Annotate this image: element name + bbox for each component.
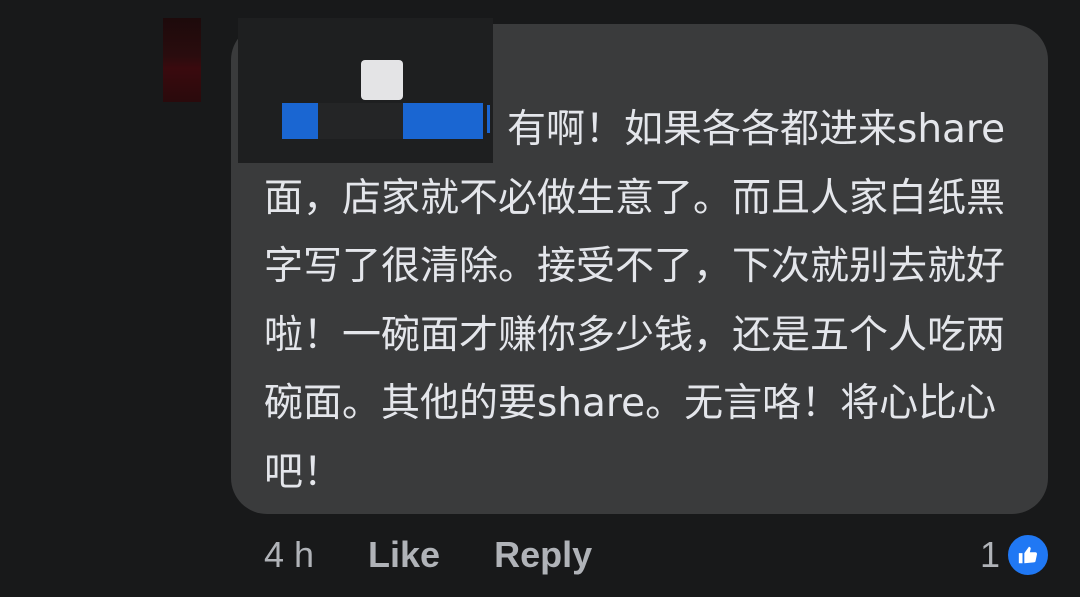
reaction-summary[interactable]: 1 <box>980 530 1050 580</box>
comment-thread: 有啊！如果各各都进来share面，店家就不必做生意了。而且人家白纸黑字写了很清除… <box>0 0 1080 597</box>
comment-text: 有啊！如果各各都进来share面，店家就不必做生意了。而且人家白纸黑字写了很清除… <box>264 107 1006 495</box>
timestamp[interactable]: 4 h <box>264 534 314 576</box>
like-button[interactable]: Like <box>368 534 440 576</box>
redaction-mark <box>361 60 403 100</box>
reaction-count: 1 <box>979 534 1000 575</box>
reply-button[interactable]: Reply <box>494 534 592 576</box>
avatar[interactable] <box>163 18 201 102</box>
comment-actions: 4 h Like Reply <box>264 530 592 580</box>
thumbs-up-icon <box>1006 533 1050 577</box>
